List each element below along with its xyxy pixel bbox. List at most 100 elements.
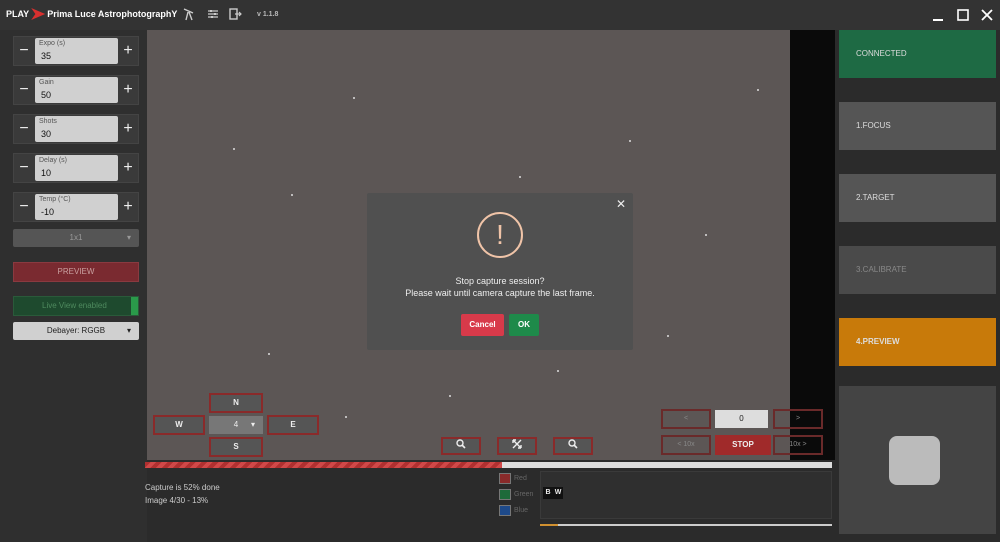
star [449, 395, 451, 397]
star [345, 416, 347, 418]
shots-decrease-button[interactable]: − [14, 115, 34, 143]
binning-value: 1x1 [69, 233, 83, 242]
temp-stepper: − Temp (°C) -10 + [13, 192, 139, 222]
shots-increase-button[interactable]: + [118, 115, 138, 143]
west-button[interactable]: W [153, 415, 205, 435]
star [557, 370, 559, 372]
title-bar: PLAY Prima Luce AstrophotographY v 1.1.8 [0, 0, 1000, 30]
histogram-slider-range [540, 524, 558, 526]
gain-field[interactable]: Gain 50 [35, 77, 118, 103]
green-channel-checkbox[interactable] [499, 489, 511, 500]
red-channel-checkbox[interactable] [499, 473, 511, 484]
shutter-button[interactable] [889, 436, 940, 485]
gain-label: Gain [39, 79, 54, 86]
chevron-down-icon: ▾ [250, 420, 255, 429]
liveview-switch[interactable] [131, 297, 138, 315]
brand-prefix: PLAY [6, 9, 30, 19]
step-value: 4 [233, 420, 239, 429]
expo-increase-button[interactable]: + [118, 37, 138, 65]
debayer-select[interactable]: Debayer: RGGB ▾ [13, 322, 139, 340]
east-button[interactable]: E [267, 415, 319, 435]
ok-button[interactable]: OK [509, 314, 539, 336]
delay-stepper: − Delay (s) 10 + [13, 153, 139, 183]
cancel-button[interactable]: Cancel [461, 314, 504, 336]
capture-status: Capture is 52% done [145, 483, 220, 492]
expo-stepper: − Expo (s) 35 + [13, 36, 139, 66]
temp-value: -10 [41, 207, 55, 217]
zoom-in-button[interactable] [441, 437, 481, 455]
settings-panel [0, 30, 147, 542]
delay-decrease-button[interactable]: − [14, 154, 34, 182]
green-channel-label: Green [514, 491, 534, 498]
step-calibrate[interactable]: 3.CALIBRATE [839, 246, 996, 294]
shots-label: Shots [39, 118, 57, 125]
export-icon[interactable] [228, 7, 242, 21]
delay-label: Delay (s) [39, 157, 68, 164]
version-label: v 1.1.8 [257, 11, 279, 18]
temp-decrease-button[interactable]: − [14, 193, 34, 221]
shots-field[interactable]: Shots 30 [35, 116, 118, 142]
liveview-toggle[interactable]: Live View enabled [13, 296, 139, 316]
step-connected[interactable]: CONNECTED [839, 30, 996, 78]
star [291, 194, 293, 196]
binning-select[interactable]: 1x1 ▾ [13, 229, 139, 247]
brand-name: Prima Luce AstrophotographY [47, 9, 178, 19]
step-target[interactable]: 2.TARGET [839, 174, 996, 222]
north-button[interactable]: N [209, 393, 263, 413]
app-logo: PLAY Prima Luce AstrophotographY [6, 8, 177, 20]
telescope-icon[interactable] [182, 7, 196, 21]
gain-increase-button[interactable]: + [118, 76, 138, 104]
chevron-down-icon: ▾ [126, 233, 131, 242]
frame-number[interactable]: 0 [715, 410, 768, 428]
next-10-button[interactable]: 10x > [773, 435, 823, 455]
delay-field[interactable]: Delay (s) 10 [35, 155, 118, 181]
shots-stepper: − Shots 30 + [13, 114, 139, 144]
histogram-slider[interactable] [540, 524, 832, 526]
star [667, 335, 669, 337]
maximize-icon[interactable] [955, 7, 971, 23]
south-button[interactable]: S [209, 437, 263, 457]
gain-decrease-button[interactable]: − [14, 76, 34, 104]
gain-value: 50 [41, 90, 52, 100]
expo-decrease-button[interactable]: − [14, 37, 34, 65]
step-focus[interactable]: 1.FOCUS [839, 102, 996, 150]
zoom-in-icon [456, 439, 466, 451]
brand-logo-icon [31, 8, 46, 20]
black-point-marker[interactable]: B [543, 487, 553, 499]
capture-progress-bar [145, 462, 832, 468]
viewer-edge [790, 30, 835, 460]
blue-channel-checkbox[interactable] [499, 505, 511, 516]
expo-value: 35 [41, 51, 52, 61]
fit-screen-button[interactable] [497, 437, 537, 455]
shots-value: 30 [41, 129, 52, 139]
minimize-icon[interactable] [930, 7, 946, 23]
star [233, 148, 235, 150]
zoom-out-button[interactable] [553, 437, 593, 455]
prev-10-button[interactable]: < 10x [661, 435, 711, 455]
sliders-icon[interactable] [206, 7, 220, 21]
preview-button[interactable]: PREVIEW [13, 262, 139, 282]
gain-stepper: − Gain 50 + [13, 75, 139, 105]
stop-button[interactable]: STOP [715, 435, 771, 455]
star [757, 89, 759, 91]
next-frame-button[interactable]: > [773, 409, 823, 429]
step-preview[interactable]: 4.PREVIEW [839, 318, 996, 366]
prev-frame-button[interactable]: < [661, 409, 711, 429]
close-icon[interactable] [979, 7, 995, 23]
image-status: Image 4/30 - 13% [145, 496, 209, 505]
expo-label: Expo (s) [39, 40, 66, 47]
temp-increase-button[interactable]: + [118, 193, 138, 221]
star [705, 234, 707, 236]
step-select[interactable]: 4 ▾ [209, 416, 263, 434]
delay-value: 10 [41, 168, 52, 178]
delay-increase-button[interactable]: + [118, 154, 138, 182]
expand-icon [512, 439, 522, 451]
zoom-out-icon [568, 439, 578, 451]
close-icon[interactable]: ✕ [614, 197, 628, 211]
white-point-marker[interactable]: W [553, 487, 563, 499]
expo-field[interactable]: Expo (s) 35 [35, 38, 118, 64]
capture-progress-fill [145, 462, 503, 468]
histogram[interactable] [540, 471, 832, 519]
temp-field[interactable]: Temp (°C) -10 [35, 194, 118, 220]
debayer-value: Debayer: RGGB [46, 326, 106, 335]
